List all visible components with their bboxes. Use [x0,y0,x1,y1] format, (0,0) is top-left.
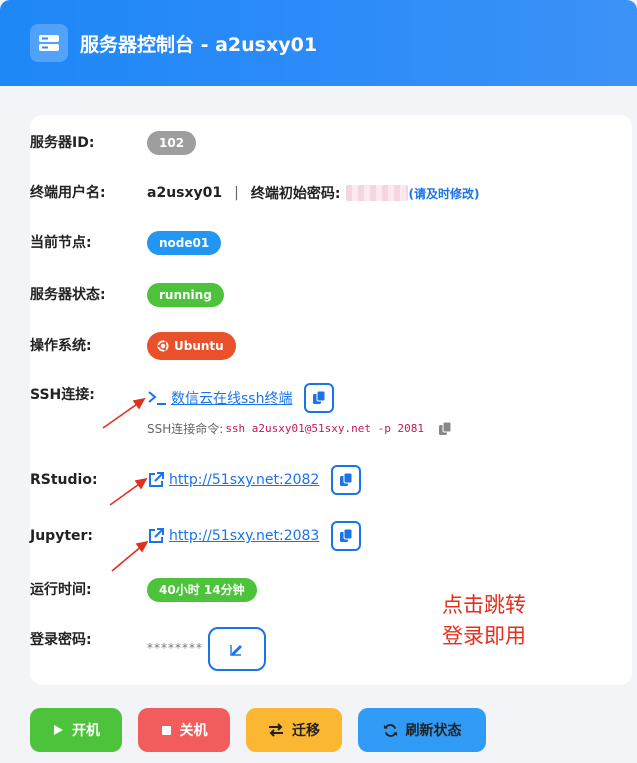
start-label: 开机 [72,723,100,739]
copy-icon [313,391,326,404]
row-status: 服务器状态: running [30,280,630,310]
row-os: 操作系统: Ubuntu [30,331,630,361]
rstudio-link[interactable]: http://51sxy.net:2082 [169,472,319,488]
copy-icon [340,473,353,486]
node-label: 当前节点: [30,235,92,251]
row-server-id: 服务器ID: 102 [30,128,630,158]
copy-jupyter-button[interactable] [331,521,362,551]
terminal-password-label: 终端初始密码: [250,186,341,202]
page-title: 服务器控制台 - a2usxy01 [80,34,318,56]
start-button[interactable]: 开机 [30,708,122,752]
jupyter-label: Jupyter: [30,528,94,544]
node-badge: node01 [147,231,222,255]
ssh-terminal-link[interactable]: 数信云在线ssh终端 [171,388,292,408]
status-label: 服务器状态: [30,287,106,303]
terminal-user-value: a2usxy01 [147,185,223,201]
annotation-text: 点击跳转 登录即用 [442,590,526,652]
terminal-icon [148,391,166,405]
server-id-badge: 102 [147,131,197,155]
login-password-label: 登录密码: [30,632,92,648]
terminal-password-redacted [346,185,409,201]
header: 服务器控制台 - a2usxy01 [0,0,637,86]
refresh-icon [383,723,397,737]
row-uptime: 运行时间: 40小时 14分钟 [30,575,630,605]
separator: | [234,185,239,201]
annotation-line-1: 点击跳转 [442,593,526,617]
ssh-label: SSH连接: [30,387,95,403]
rstudio-label: RStudio: [30,472,98,488]
row-node: 当前节点: node01 [30,228,630,258]
row-terminal-user: 终端用户名: a2usxy01 | 终端初始密码: (请及时修改) [30,178,630,208]
stop-label: 关机 [179,723,208,739]
row-ssh: SSH连接: 数信云在线ssh终端 [30,380,630,413]
terminal-user-label: 终端用户名: [30,185,106,201]
refresh-label: 刷新状态 [405,723,462,739]
swap-icon [269,723,283,737]
server-icon [30,24,68,62]
refresh-button[interactable]: 刷新状态 [358,708,486,752]
edit-icon [230,645,242,656]
stop-button[interactable]: 关机 [138,708,230,752]
jupyter-link[interactable]: http://51sxy.net:2083 [169,528,319,544]
status-badge: running [147,283,224,307]
server-id-label: 服务器ID: [30,135,95,151]
play-icon [54,725,63,735]
annotation-line-2: 登录即用 [442,624,526,648]
edit-password-button[interactable] [208,627,266,671]
copy-icon[interactable] [438,421,452,436]
os-name: Ubuntu [174,339,224,353]
ssh-command: ssh a2usxy01@51sxy.net -p 2081 [225,422,424,435]
stop-icon [161,725,171,735]
row-jupyter: Jupyter: http://51sxy.net:2083 [30,521,630,551]
copy-icon [340,529,353,542]
login-password-value: ******** [147,641,203,655]
ssh-command-line: SSH连接命令: ssh a2usxy01@51sxy.net -p 2081 [147,420,452,437]
migrate-button[interactable]: 迁移 [246,708,342,752]
row-login-password: 登录密码: ******** [30,625,630,655]
uptime-badge: 40小时 14分钟 [147,578,257,602]
copy-rstudio-button[interactable] [331,465,362,495]
password-change-note: (请及时修改) [408,186,480,201]
ssh-command-label: SSH连接命令: [147,422,224,436]
copy-ssh-button[interactable] [304,383,335,413]
row-rstudio: RStudio: http://51sxy.net:2082 [30,465,630,495]
migrate-label: 迁移 [292,723,320,739]
external-link-icon [149,528,164,543]
os-badge: Ubuntu [147,332,236,360]
external-link-icon [149,472,164,487]
os-label: 操作系统: [30,338,92,354]
uptime-label: 运行时间: [30,582,92,598]
ubuntu-icon [157,340,169,352]
